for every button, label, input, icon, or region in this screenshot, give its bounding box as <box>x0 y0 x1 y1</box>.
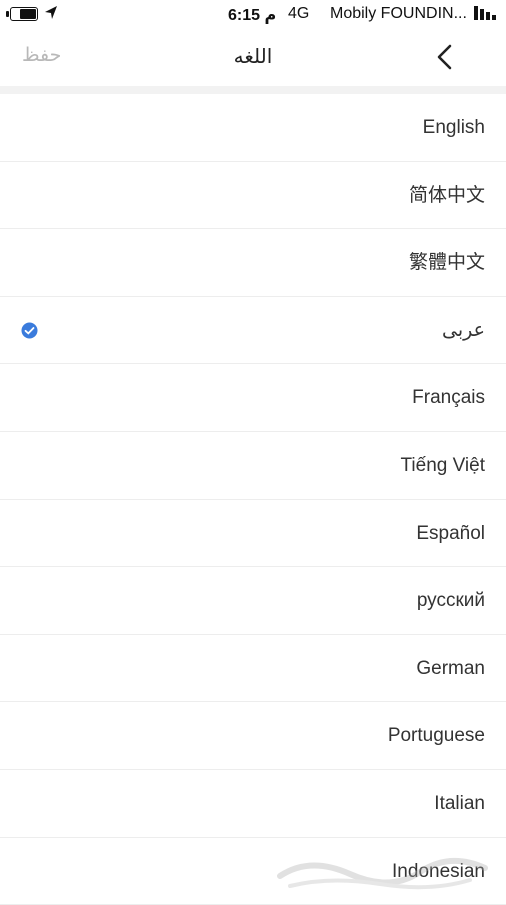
network-type: 4G <box>288 5 310 22</box>
language-label: English <box>422 117 485 138</box>
language-option[interactable]: عربى <box>0 297 506 365</box>
language-option[interactable]: German <box>0 635 506 703</box>
navigation-bar: حفظ اللغه <box>0 30 506 86</box>
language-label: Italian <box>434 792 485 814</box>
battery-icon <box>6 7 38 21</box>
header-divider <box>0 86 506 94</box>
language-label: 繁體中文 <box>408 252 485 274</box>
language-label: عربى <box>442 319 485 341</box>
carrier-name: Mobily FOUNDIN... <box>330 5 467 22</box>
language-option[interactable]: Français <box>0 364 506 432</box>
status-bar: 6:15 م 4G Mobily FOUNDIN... <box>0 0 506 30</box>
language-label: русский <box>416 590 485 612</box>
language-option[interactable]: Portuguese <box>0 702 506 770</box>
status-time: 6:15 م <box>228 7 277 24</box>
language-label: 简体中文 <box>408 184 485 206</box>
back-chevron-icon[interactable] <box>428 40 462 74</box>
location-arrow-icon <box>45 6 57 19</box>
language-label: Tiếng Việt <box>400 454 486 476</box>
watermark-logo <box>277 857 488 890</box>
language-label: Français <box>412 387 485 409</box>
signal-bars-icon <box>474 6 496 20</box>
language-option[interactable]: Italian <box>0 770 506 838</box>
language-list: English 简体中文繁體中文 عربى Français Tiếng Việt Esp… <box>0 94 506 905</box>
selected-check-icon <box>21 322 38 339</box>
language-option[interactable]: Tiếng Việt <box>0 432 506 500</box>
language-option[interactable]: русский <box>0 567 506 635</box>
language-option[interactable]: English <box>0 94 506 162</box>
language-label: Portuguese <box>387 725 485 747</box>
language-label: Español <box>416 522 485 544</box>
language-option[interactable]: Español <box>0 500 506 568</box>
language-label: German <box>416 657 485 679</box>
language-option[interactable]: 简体中文 <box>0 162 506 230</box>
language-option[interactable]: 繁體中文 <box>0 229 506 297</box>
